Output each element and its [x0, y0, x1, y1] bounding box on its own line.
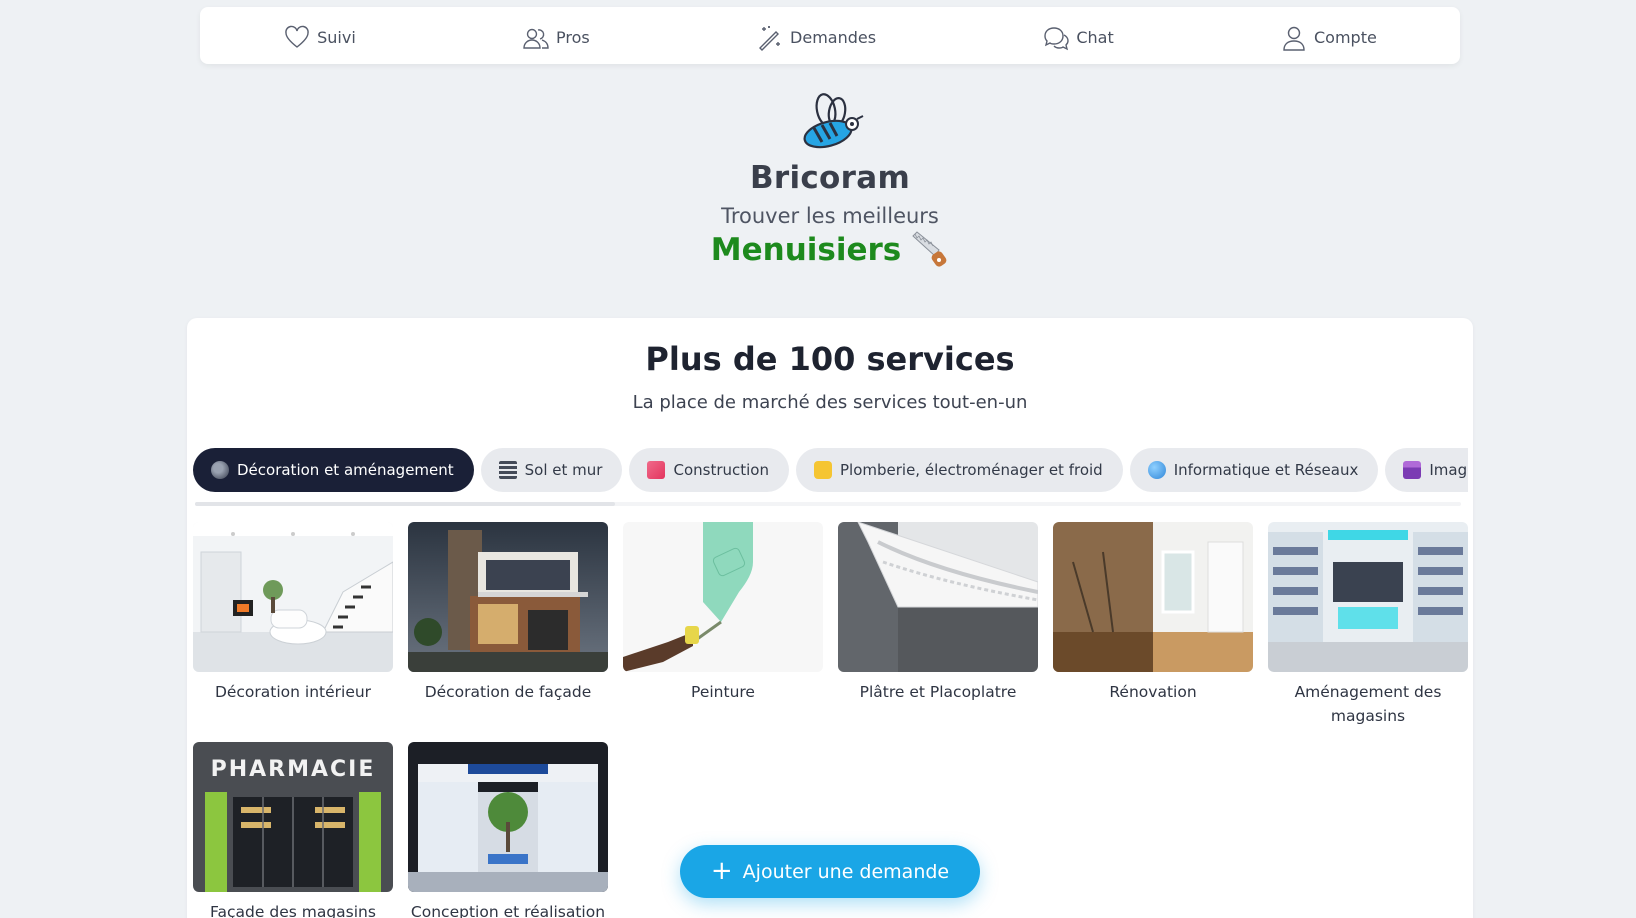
services-card: Plus de 100 services La place de marché … — [187, 318, 1473, 918]
nav-item-compte[interactable]: Compte — [1280, 20, 1377, 52]
palette-icon — [211, 461, 229, 479]
service-tile[interactable]: Décoration de façade — [408, 522, 608, 728]
brand-name: Bricoram — [749, 160, 911, 196]
modern-house-facade-image — [408, 522, 608, 672]
category-chip-label: Image, impr — [1429, 461, 1468, 479]
users-icon — [523, 28, 549, 49]
hero-tagline: Trouver les meilleurs — [721, 204, 939, 228]
hero: Bricoram Trouver les meilleurs Menuisier… — [0, 84, 1636, 270]
nav-label-demandes: Demandes — [790, 28, 877, 47]
service-label: Rénovation — [1109, 683, 1197, 701]
category-chip-informatique[interactable]: Informatique et Réseaux — [1129, 448, 1379, 492]
printer-icon — [1403, 461, 1422, 479]
chat-bubbles-icon — [1044, 26, 1070, 50]
category-chip-decoration[interactable]: Décoration et aménagement — [193, 448, 474, 492]
nav-item-suivi[interactable]: Suivi — [283, 20, 356, 52]
service-label: Plâtre et Placoplatre — [859, 683, 1017, 701]
service-label: Peinture — [691, 683, 755, 701]
category-chip-sol-mur[interactable]: Sol et mur — [480, 448, 623, 492]
service-tile[interactable]: Aménagement des magasins — [1268, 522, 1468, 728]
nav-label-suivi: Suivi — [317, 28, 356, 47]
service-label: Aménagement des magasins — [1294, 683, 1442, 725]
category-chip-label: Construction — [673, 461, 769, 479]
category-chip-construction[interactable]: Construction — [629, 448, 789, 492]
pharmacy-shop-interior-image — [1268, 522, 1468, 672]
category-chip-plomberie[interactable]: Plomberie, électroménager et froid — [795, 448, 1123, 492]
nav-label-chat: Chat — [1076, 28, 1114, 47]
services-subtitle: La place de marché des services tout-en-… — [632, 392, 1028, 413]
nav-item-demandes[interactable]: Demandes — [756, 20, 876, 52]
nav-label-pros: Pros — [556, 28, 590, 47]
pharmacy-sign-text: PHARMACIE — [211, 757, 376, 782]
service-tile[interactable]: Peinture — [623, 522, 823, 728]
profession-text: Menuisiers — [710, 232, 902, 268]
service-label: Conception et réalisation des stands — [410, 903, 606, 918]
heart-icon — [285, 25, 309, 48]
plaster-cornice-image — [838, 522, 1038, 672]
category-chip-label: Plomberie, électroménager et froid — [839, 461, 1103, 479]
top-navigation: Suivi Pros Demandes Chat Compte — [200, 7, 1460, 64]
category-chip-label: Informatique et Réseaux — [1173, 461, 1359, 479]
hero-profession: Menuisiers — [711, 230, 949, 270]
service-label: Décoration de façade — [424, 683, 592, 701]
category-chip-image[interactable]: Image, impr — [1385, 448, 1468, 492]
nav-label-compte: Compte — [1313, 28, 1377, 47]
category-chip-label: Décoration et aménagement — [237, 461, 454, 479]
interior-living-room-image — [193, 522, 393, 672]
magic-wand-icon — [759, 25, 781, 51]
plus-icon: + — [710, 855, 733, 886]
bee-logo-icon — [803, 93, 864, 149]
plumbing-icon — [813, 461, 832, 479]
brick-wall-icon — [498, 461, 517, 479]
service-tile[interactable]: Décoration intérieur — [193, 522, 393, 728]
service-tile[interactable]: Rénovation — [1053, 522, 1253, 728]
add-request-button[interactable]: + Ajouter une demande — [680, 845, 980, 898]
service-tile[interactable]: Plâtre et Placoplatre — [838, 522, 1038, 728]
exhibition-stand-image — [408, 742, 608, 892]
category-chip-label: Sol et mur — [524, 461, 603, 479]
add-request-label: Ajouter une demande — [742, 860, 950, 883]
building-icon — [647, 461, 666, 479]
service-tile[interactable]: PHARMACIE Façade des magasins — [193, 742, 393, 918]
saw-icon — [912, 231, 947, 267]
category-tabs: Décoration et aménagement Sol et mur Con… — [193, 448, 1468, 492]
chips-scrollbar-thumb[interactable] — [195, 502, 615, 506]
services-title: Plus de 100 services — [645, 340, 1015, 378]
nav-item-pros[interactable]: Pros — [522, 20, 590, 52]
user-icon — [1283, 26, 1305, 51]
paint-roller-wall-image — [623, 522, 823, 672]
service-label: Façade des magasins — [210, 903, 376, 918]
room-before-after-image — [1053, 522, 1253, 672]
globe-icon — [1147, 461, 1166, 479]
service-label: Décoration intérieur — [214, 683, 372, 701]
pharmacie-storefront-image: PHARMACIE — [193, 742, 393, 892]
service-tile[interactable]: Conception et réalisation des stands — [408, 742, 608, 918]
nav-item-chat[interactable]: Chat — [1042, 20, 1114, 52]
